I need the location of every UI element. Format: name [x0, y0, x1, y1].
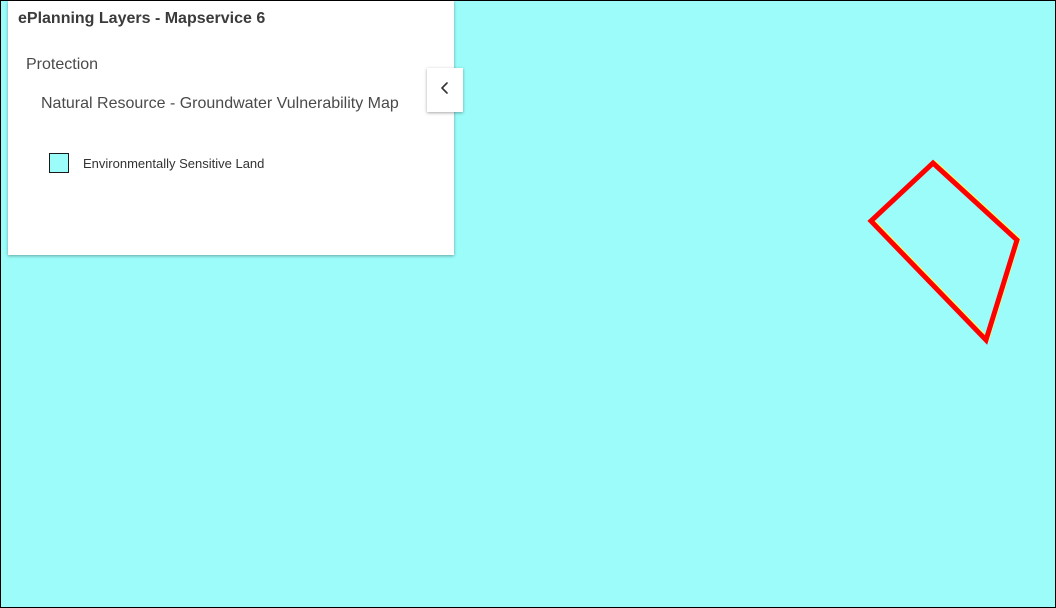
map-viewer: ePlanning Layers - Mapservice 6 Protecti… [0, 0, 1056, 608]
legend-item-label: Environmentally Sensitive Land [83, 155, 265, 171]
legend-panel-title: ePlanning Layers - Mapservice 6 [18, 10, 266, 27]
chevron-left-icon [439, 81, 451, 100]
legend-item: Environmentally Sensitive Land [49, 151, 264, 175]
legend-panel: ePlanning Layers - Mapservice 6 Protecti… [8, 1, 454, 255]
layer-group-protection: Protection [26, 56, 99, 73]
collapse-legend-button[interactable] [427, 68, 463, 112]
legend-swatch-environmentally-sensitive-land [49, 153, 69, 173]
layer-groundwater-vulnerability: Natural Resource - Groundwater Vulnerabi… [41, 95, 399, 112]
